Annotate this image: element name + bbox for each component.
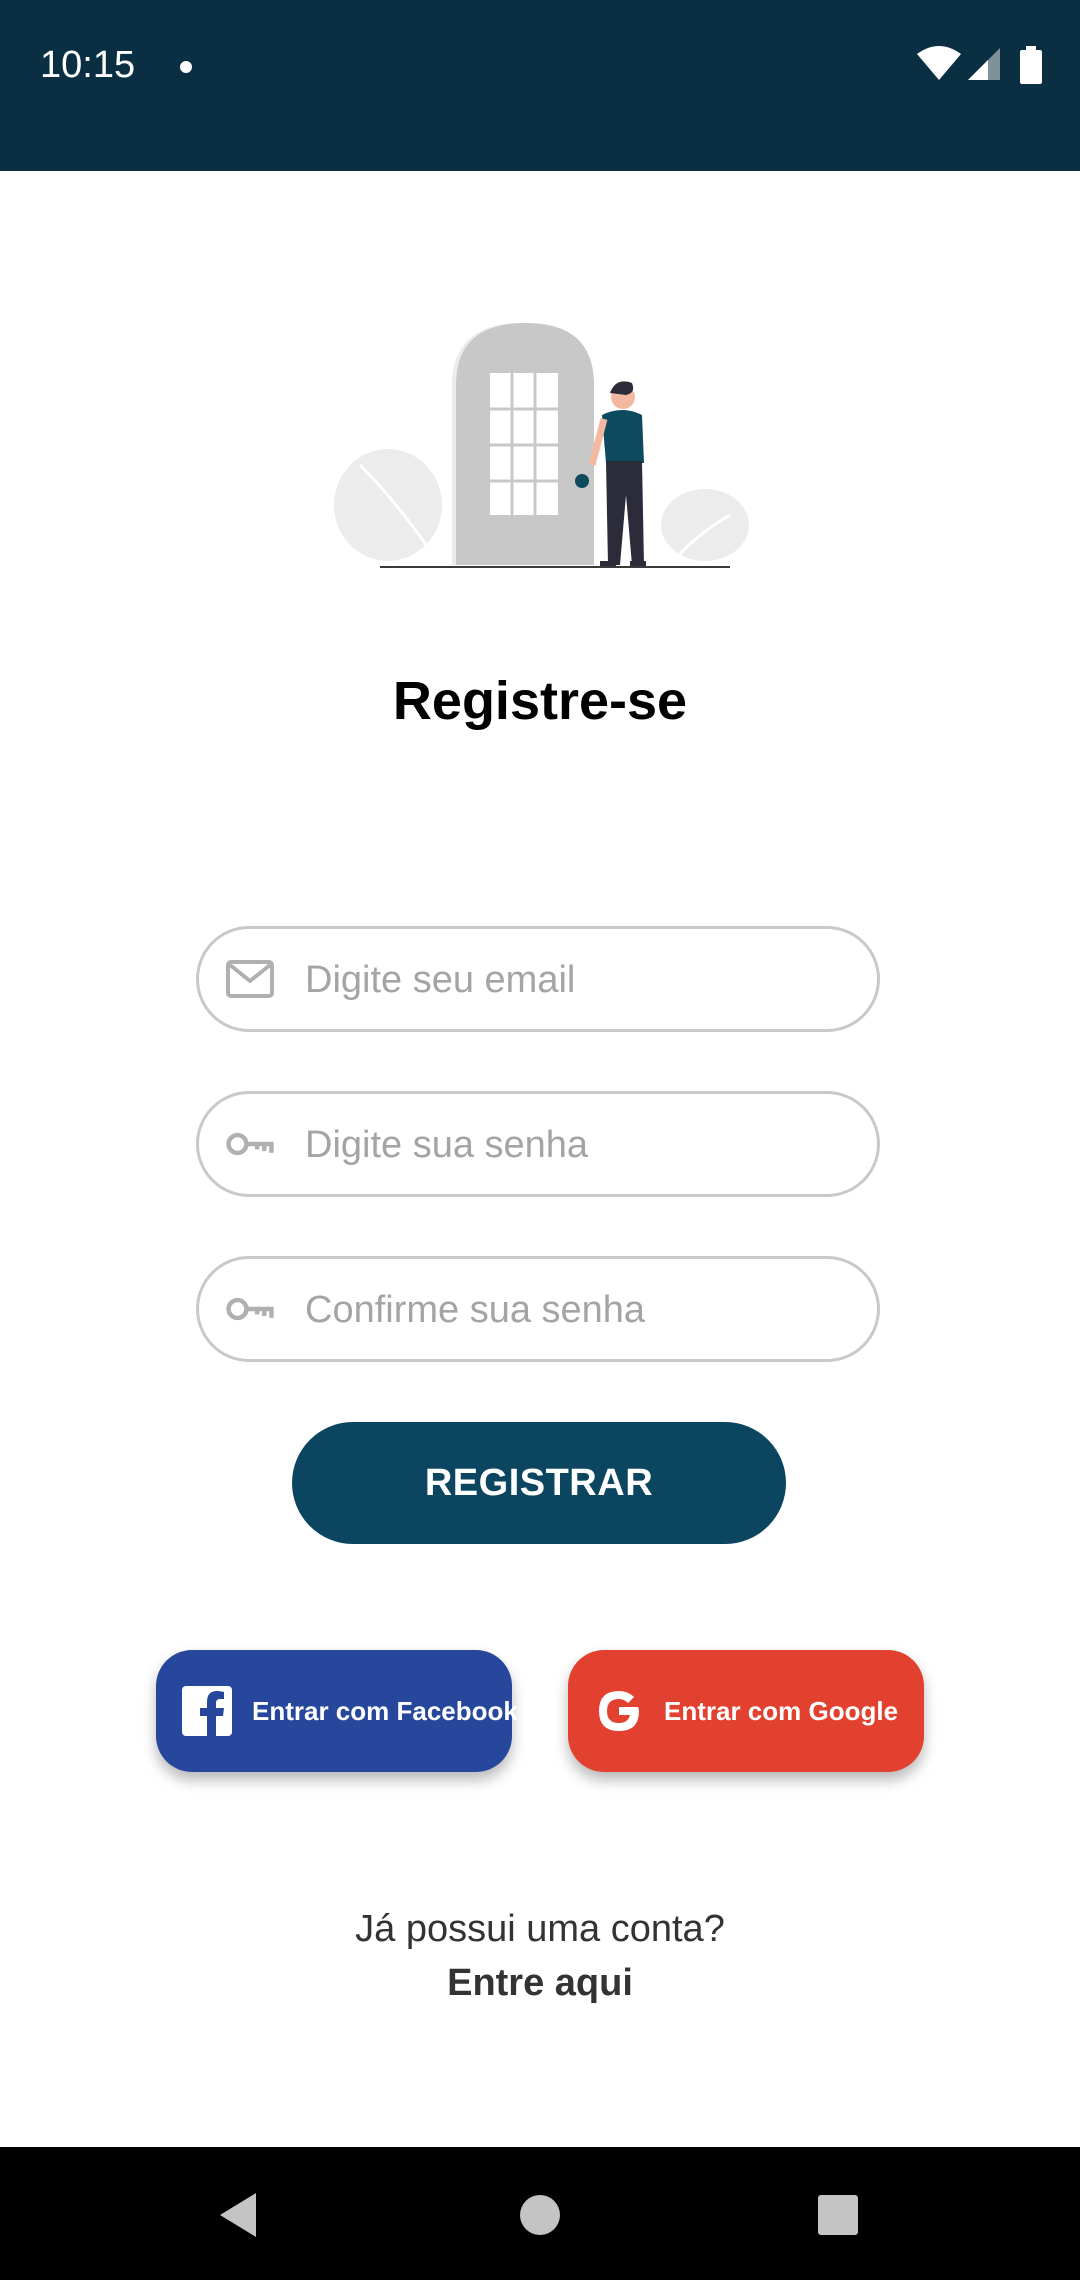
- status-time: 10:15: [40, 44, 136, 86]
- facebook-login-button[interactable]: Entrar com Facebook: [156, 1650, 518, 1772]
- email-input[interactable]: [303, 949, 847, 1011]
- facebook-button-label: Entrar com Facebook: [252, 1696, 518, 1726]
- wifi-icon: [917, 46, 961, 80]
- back-icon[interactable]: [216, 2191, 260, 2239]
- key-icon: [226, 1297, 274, 1321]
- confirm-password-field[interactable]: [196, 1256, 880, 1362]
- signal-icon: [968, 48, 1000, 80]
- google-login-button[interactable]: Entrar com Google: [568, 1650, 924, 1772]
- home-icon[interactable]: [518, 2191, 562, 2239]
- google-button-label: Entrar com Google: [664, 1696, 899, 1726]
- page-title: Registre-se: [392, 671, 688, 731]
- mail-icon: [226, 960, 274, 998]
- facebook-icon: [182, 1686, 232, 1736]
- battery-icon: [1020, 46, 1042, 84]
- password-input[interactable]: [303, 1114, 847, 1176]
- google-icon: [599, 1691, 639, 1731]
- status-bar: 10:15: [0, 0, 1080, 171]
- register-button[interactable]: REGISTRAR: [292, 1422, 786, 1544]
- notification-dot-icon: [180, 61, 192, 73]
- key-icon: [226, 1132, 274, 1156]
- door-illustration: [334, 323, 749, 568]
- navigation-bar: [0, 2147, 1080, 2280]
- confirm-password-input[interactable]: [303, 1279, 847, 1341]
- email-field[interactable]: [196, 926, 880, 1032]
- password-field[interactable]: [196, 1091, 880, 1197]
- login-link[interactable]: Entre aqui: [0, 1962, 1080, 2005]
- login-question: Já possui uma conta?: [355, 1908, 725, 1950]
- recents-icon[interactable]: [816, 2191, 860, 2239]
